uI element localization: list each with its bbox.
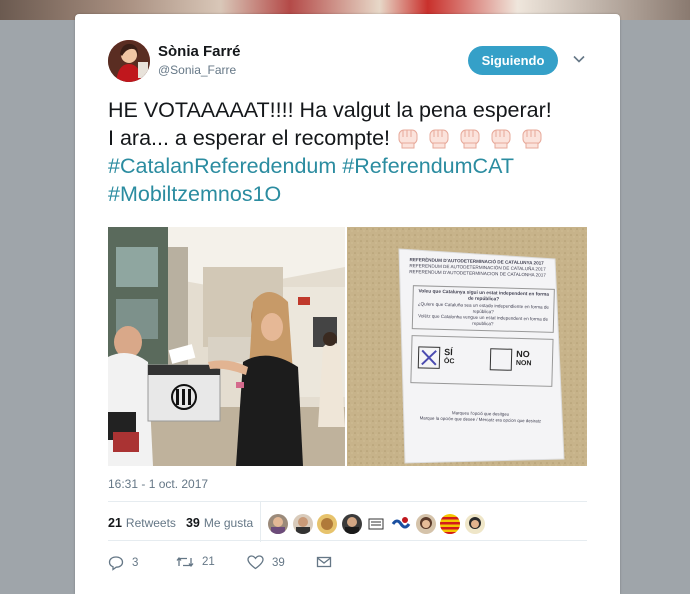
tweet-card: Sònia Farré @Sonia_Farre Siguiendo HE VO… <box>75 14 620 594</box>
hashtags-line2: #Mobiltzemnos1O <box>108 180 588 208</box>
tweet-text: HE VOTAAAAAT!!!! Ha valgut la pena esper… <box>108 96 588 208</box>
tweet-text-line2-text: I ara... a esperar el recompte! <box>108 126 391 150</box>
likes-count[interactable]: 39 <box>186 516 200 530</box>
tweet-timestamp[interactable]: 16:31 - 1 oct. 2017 <box>108 477 208 491</box>
heart-icon <box>247 555 264 570</box>
liker-avatar[interactable] <box>292 514 313 534</box>
hashtag-link[interactable]: #CatalanReferedendum <box>108 154 336 178</box>
likes-label[interactable]: Me gusta <box>204 516 253 530</box>
tweet-text-line1: HE VOTAAAAAT!!!! Ha valgut la pena esper… <box>108 98 552 122</box>
like-action[interactable]: 39 <box>247 555 285 570</box>
divider <box>108 501 587 502</box>
ballot-no-label1: NO <box>516 348 530 360</box>
author-name[interactable]: Sònia Farré <box>158 43 241 60</box>
direct-message-action[interactable] <box>316 555 340 569</box>
ballot-no-label2: NON <box>515 359 532 368</box>
ballot-question-box: Voleu que Catalunya sigui un estat indep… <box>411 285 555 333</box>
ballot-no-box <box>489 348 513 371</box>
reply-action[interactable]: 3 <box>108 555 138 571</box>
retweets-label[interactable]: Retweets <box>126 516 176 530</box>
polling-station-photo[interactable] <box>108 227 345 466</box>
liker-avatar[interactable] <box>317 514 338 534</box>
divider <box>108 540 587 541</box>
raised-fist-icon <box>460 129 480 149</box>
liker-avatar[interactable] <box>415 514 436 534</box>
like-count: 39 <box>272 556 285 569</box>
ballot-yes-box <box>417 346 441 369</box>
raised-fist-icon <box>491 129 511 149</box>
ballot-yes-label1: SÍ <box>444 347 453 358</box>
retweet-action[interactable]: 21 <box>176 555 215 569</box>
author-handle[interactable]: @Sonia_Farre <box>158 63 236 77</box>
media-gallery: REFERÈNDUM D'AUTODETERMINACIÓ DE CATALUN… <box>108 227 587 466</box>
retweet-count: 21 <box>202 556 215 568</box>
liker-avatar[interactable] <box>341 514 362 534</box>
engagement-stats: 21 Retweets 39 Me gusta <box>108 516 263 530</box>
raised-fist-icon <box>522 129 542 149</box>
ballot-sheet: REFERÈNDUM D'AUTODETERMINACIÓ DE CATALUN… <box>404 257 559 461</box>
background-right <box>620 20 690 594</box>
liker-avatars <box>268 514 489 534</box>
hashtag-link[interactable]: #Mobiltzemnos1O <box>108 182 281 206</box>
reply-count: 3 <box>132 557 139 569</box>
message-icon <box>316 556 332 568</box>
ballot-options: SÍ ÒC NO NON <box>410 335 554 387</box>
ballot-yes-label2: ÒC <box>443 358 455 366</box>
reply-icon <box>108 556 124 571</box>
liker-avatar[interactable] <box>440 514 461 534</box>
caret-down-icon[interactable] <box>572 52 586 66</box>
hashtag-link[interactable]: #ReferendumCAT <box>342 154 514 178</box>
ballot-photo[interactable]: REFERÈNDUM D'AUTODETERMINACIÓ DE CATALUN… <box>347 227 587 466</box>
stats-separator <box>260 502 261 542</box>
liker-avatar[interactable] <box>268 514 288 534</box>
retweets-count[interactable]: 21 <box>108 516 122 530</box>
avatar[interactable] <box>108 40 150 82</box>
liker-avatar[interactable] <box>366 514 387 534</box>
raised-fist-icon <box>429 129 449 149</box>
tweet-text-line2: I ara... a esperar el recompte! <box>108 124 588 152</box>
following-button[interactable]: Siguiendo <box>468 46 558 75</box>
liker-avatar[interactable] <box>464 514 485 534</box>
hashtags-line1: #CatalanReferedendum #ReferendumCAT <box>108 152 588 180</box>
background-left <box>0 20 75 594</box>
fist-emojis <box>396 126 551 150</box>
ballot-question3: Volètz que Catalonha vengue un estat ind… <box>418 313 549 327</box>
retweet-icon <box>176 556 194 568</box>
liker-avatar[interactable] <box>390 514 411 534</box>
raised-fist-icon <box>398 129 418 149</box>
